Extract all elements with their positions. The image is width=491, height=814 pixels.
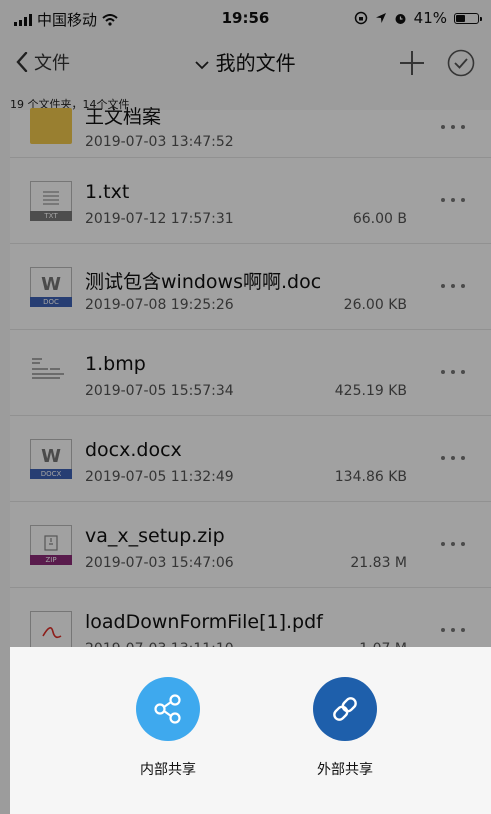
link-icon: [333, 697, 357, 721]
share-nodes-icon: [154, 694, 181, 724]
internal-share-circle: [136, 677, 200, 741]
external-share-label: 外部共享: [317, 762, 373, 778]
external-share-circle: [313, 677, 377, 741]
share-sheet: 内部共享 外部共享: [10, 647, 491, 814]
internal-share-button[interactable]: 内部共享: [108, 677, 228, 787]
external-share-button[interactable]: 外部共享: [285, 677, 405, 787]
internal-share-label: 内部共享: [140, 762, 196, 778]
app-screen: 中国移动 19:56 41% 文件 我的文件 19 个文件夹，14个文件 王文档…: [0, 0, 491, 814]
